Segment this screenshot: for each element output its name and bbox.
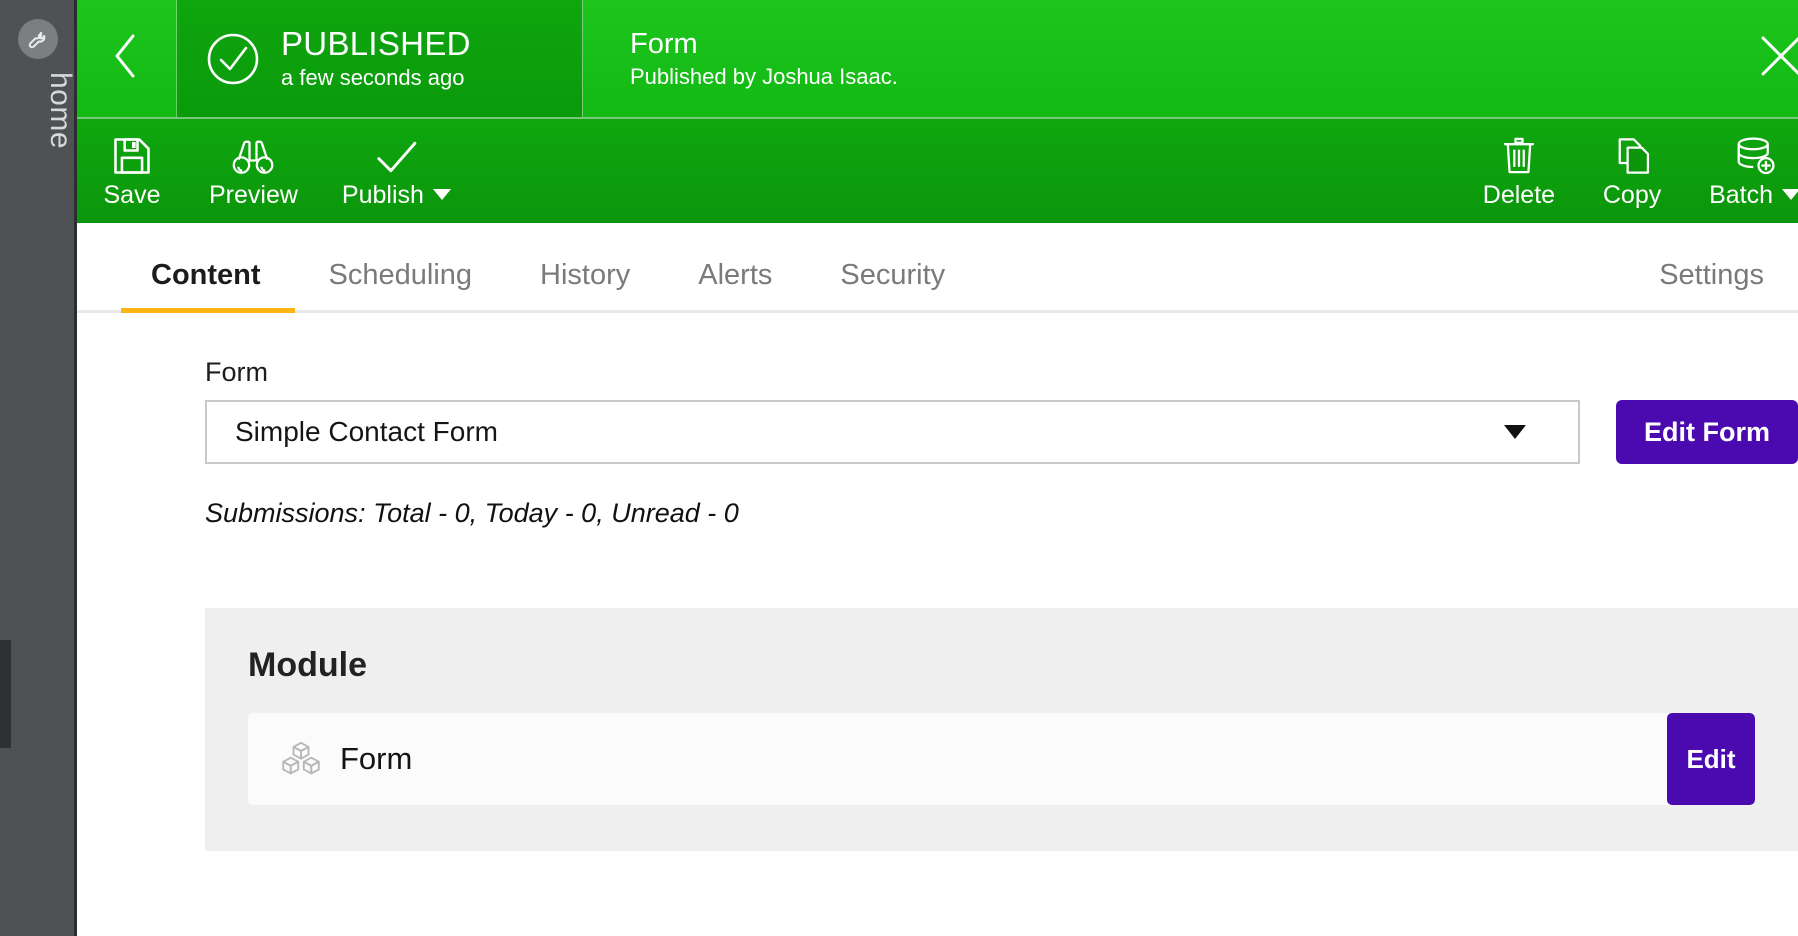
action-toolbar: Save Preview Publish Delete Copy Batch xyxy=(77,117,1798,223)
tab-security[interactable]: Security xyxy=(806,259,979,310)
status-bar: PUBLISHED a few seconds ago Form Publish… xyxy=(77,0,1798,117)
rail-home-label[interactable]: home xyxy=(0,72,77,149)
edit-form-button[interactable]: Edit Form xyxy=(1616,400,1798,464)
main-area: PUBLISHED a few seconds ago Form Publish… xyxy=(77,0,1798,936)
left-rail: home xyxy=(0,0,77,936)
toolbar-right-group: Delete Copy Batch xyxy=(1461,132,1798,210)
publish-status: PUBLISHED a few seconds ago xyxy=(177,0,583,117)
cubes-icon xyxy=(262,737,340,781)
binoculars-icon xyxy=(230,132,276,178)
copy-label: Copy xyxy=(1602,181,1662,209)
toolbar-left-group: Save Preview Publish xyxy=(77,132,473,210)
tab-alerts[interactable]: Alerts xyxy=(664,259,806,310)
copy-button[interactable]: Copy xyxy=(1577,132,1687,210)
chevron-down-icon[interactable] xyxy=(1782,189,1798,200)
tab-scheduling[interactable]: Scheduling xyxy=(295,259,507,310)
batch-button[interactable]: Batch xyxy=(1687,132,1798,210)
delete-label: Delete xyxy=(1482,181,1556,209)
copy-icon xyxy=(1611,132,1653,178)
check-icon xyxy=(372,132,420,178)
form-select-value: Simple Contact Form xyxy=(235,416,498,447)
tab-settings[interactable]: Settings xyxy=(1625,259,1798,310)
module-row-name: Form xyxy=(340,741,413,776)
form-field-label: Form xyxy=(205,357,268,387)
chevron-down-icon xyxy=(1504,425,1526,439)
publish-button[interactable]: Publish xyxy=(320,132,473,210)
document-title: Form xyxy=(630,27,698,60)
preview-label: Preview xyxy=(209,181,298,209)
form-select[interactable]: Simple Contact Form xyxy=(205,400,1580,464)
chevron-down-icon[interactable] xyxy=(432,189,451,200)
delete-button[interactable]: Delete xyxy=(1461,132,1577,210)
publish-label: Publish xyxy=(342,180,451,210)
module-row[interactable]: Form Edit xyxy=(248,713,1755,805)
form-select-row: Simple Contact Form Edit Form xyxy=(205,400,1798,464)
trash-icon xyxy=(1498,132,1540,178)
module-edit-button[interactable]: Edit xyxy=(1667,713,1755,805)
chevron-left-icon xyxy=(107,28,147,89)
database-add-icon xyxy=(1732,132,1778,178)
app-window: home PUBLISHED a few seconds ago Form Pu… xyxy=(0,0,1798,936)
wrench-icon[interactable] xyxy=(18,19,58,59)
content-pane: Form Simple Contact Form Edit Form Submi… xyxy=(77,313,1798,529)
floppy-disk-icon xyxy=(110,132,154,178)
save-label: Save xyxy=(103,181,161,209)
save-button[interactable]: Save xyxy=(77,132,187,210)
preview-button[interactable]: Preview xyxy=(187,132,320,210)
back-button[interactable] xyxy=(77,0,177,117)
check-circle-icon xyxy=(205,31,261,87)
document-info: Form Published by Joshua Isaac. xyxy=(583,0,1722,117)
tab-content[interactable]: Content xyxy=(121,259,295,313)
close-icon xyxy=(1755,30,1798,87)
close-button[interactable] xyxy=(1722,0,1798,117)
submissions-summary: Submissions: Total - 0, Today - 0, Unrea… xyxy=(205,498,739,528)
document-subtitle: Published by Joshua Isaac. xyxy=(630,63,898,89)
batch-label: Batch xyxy=(1709,180,1798,210)
tab-bar: Content Scheduling History Alerts Securi… xyxy=(77,223,1798,313)
status-title: PUBLISHED xyxy=(281,24,471,62)
rail-collapse-handle[interactable] xyxy=(0,640,11,748)
module-panel: Module Form Edit xyxy=(205,608,1798,851)
tab-history[interactable]: History xyxy=(506,259,664,310)
module-panel-title: Module xyxy=(248,646,367,684)
status-timestamp: a few seconds ago xyxy=(281,64,465,90)
